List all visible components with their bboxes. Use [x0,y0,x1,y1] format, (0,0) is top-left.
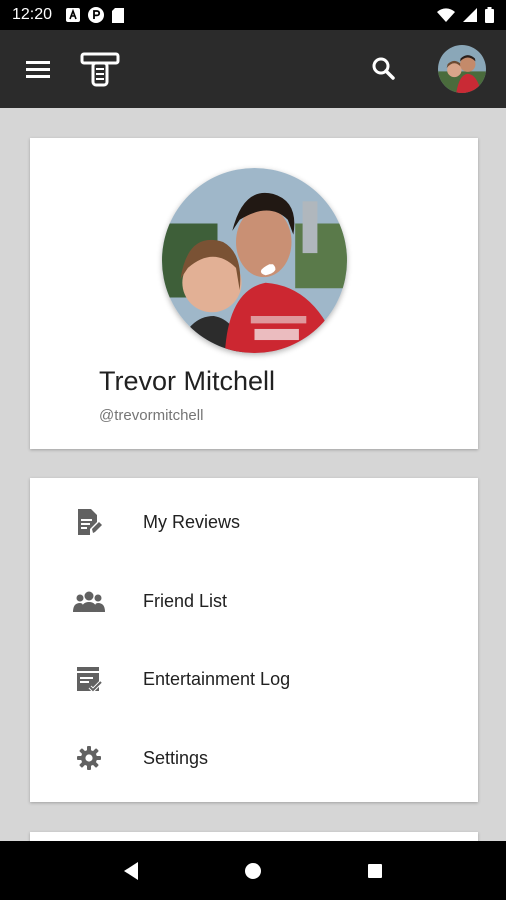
recents-icon[interactable] [355,851,395,891]
sd-card-icon [112,7,125,23]
wifi-icon [437,8,455,22]
status-time: 12:20 [12,6,53,23]
battery-icon [485,7,494,23]
search-icon[interactable] [368,53,400,85]
notification-icons [66,7,125,23]
back-icon[interactable] [111,851,151,891]
menu-item-label: My Reviews [143,511,241,532]
menu-item-label: Entertainment Log [143,668,291,689]
signal-icon [463,8,477,22]
profile-card: Trevor Mitchell @trevormitchell [30,138,478,449]
tape-logo [80,52,120,87]
menu-icon[interactable] [26,54,56,84]
status-bar: 12:20 [0,0,506,30]
menu-item-label: Friend List [143,590,228,611]
menu-item-entertainment-log[interactable]: Entertainment Log [30,640,478,718]
friends-icon [72,584,106,618]
user-avatar[interactable] [438,45,486,93]
profile-handle: @trevormitchell [99,407,204,424]
menu-item-label: Settings [143,747,209,768]
menu-item-friend-list[interactable]: Friend List [30,562,478,640]
notification-a-icon [66,8,81,22]
review-icon [72,505,106,539]
app-bar [0,30,506,108]
menu-item-settings[interactable]: Settings [30,719,478,797]
system-status-icons [437,7,494,23]
profile-name: Trevor Mitchell [99,366,276,396]
menu-item-my-reviews[interactable]: My Reviews [30,483,478,561]
system-nav-bar [0,841,506,900]
log-icon [72,662,106,696]
gear-icon [72,741,106,775]
notification-p-icon [88,7,105,23]
home-icon[interactable] [233,851,273,891]
menu-card: My Reviews Friend List Entertainment Log [30,478,478,802]
profile-photo [162,168,347,353]
